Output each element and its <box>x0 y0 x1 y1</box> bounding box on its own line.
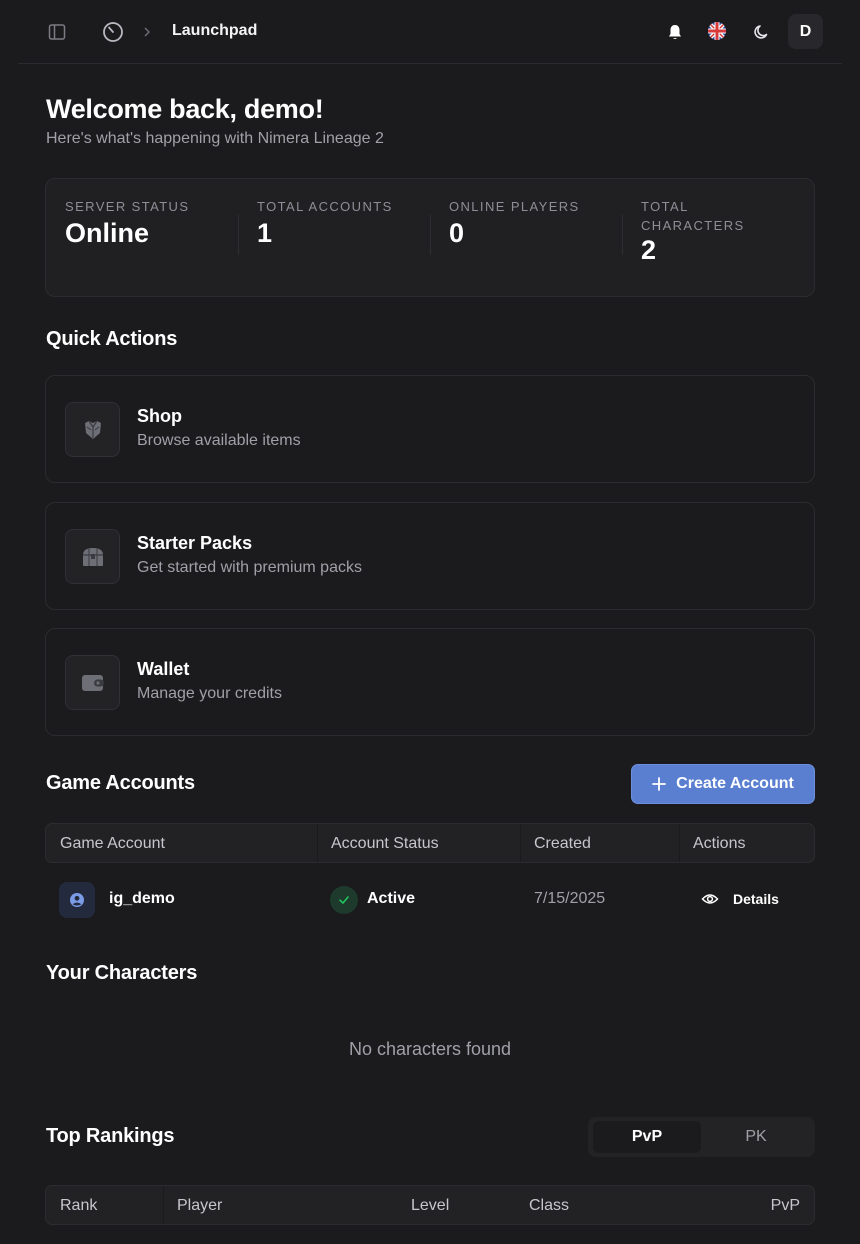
quick-action-shop[interactable]: Shop Browse available items <box>45 375 815 483</box>
user-avatar-button[interactable]: D <box>788 14 823 49</box>
stat-value: 2 <box>641 235 657 265</box>
rankings-tab-toggle: PvP PK <box>588 1117 815 1157</box>
column-header: Class <box>529 1197 570 1214</box>
stat-total-characters: TOTAL CHARACTERS 2 <box>641 197 771 266</box>
sidebar-toggle-icon[interactable] <box>46 21 68 43</box>
column-header: PvP <box>770 1197 800 1214</box>
stat-value: 0 <box>449 218 465 248</box>
chest-icon <box>65 529 120 584</box>
stat-label: TOTAL CHARACTERS <box>641 199 745 233</box>
wallet-icon <box>65 655 120 710</box>
top-rankings-title: Top Rankings <box>46 1125 175 1147</box>
account-name: ig_demo <box>109 890 175 907</box>
quick-action-description: Manage your credits <box>137 685 282 702</box>
tab-pk[interactable]: PK <box>702 1121 810 1153</box>
stat-divider <box>430 215 431 255</box>
column-header: Rank <box>60 1197 98 1214</box>
game-accounts-table-header: Game Account Account Status Created Acti… <box>45 823 815 863</box>
column-header: Actions <box>693 835 746 852</box>
stat-total-accounts: TOTAL ACCOUNTS 1 <box>257 197 427 249</box>
bell-icon[interactable] <box>664 21 686 43</box>
dashboard-gauge-icon[interactable] <box>101 20 125 44</box>
plus-icon <box>652 777 667 791</box>
quick-action-description: Get started with premium packs <box>137 559 362 576</box>
user-icon <box>59 882 95 918</box>
column-separator <box>520 824 521 862</box>
quick-action-title: Shop <box>137 406 182 426</box>
column-separator <box>317 824 318 862</box>
page-subtitle: Here's what's happening with Nimera Line… <box>46 130 384 147</box>
check-icon <box>330 886 358 914</box>
quick-action-starter-packs[interactable]: Starter Packs Get started with premium p… <box>45 502 815 610</box>
create-account-label: Create Account <box>676 775 794 792</box>
quick-actions-title: Quick Actions <box>46 328 178 350</box>
stat-divider <box>238 215 239 255</box>
create-account-button[interactable]: Create Account <box>631 764 815 804</box>
rankings-table-header: Rank Player Level Class PvP <box>45 1185 815 1225</box>
stat-label: SERVER STATUS <box>65 199 190 214</box>
stats-panel: SERVER STATUS Online TOTAL ACCOUNTS 1 ON… <box>45 178 815 297</box>
chevron-right-icon <box>140 24 154 40</box>
column-header: Created <box>534 835 591 852</box>
breadcrumb-title: Launchpad <box>172 22 258 39</box>
armor-icon <box>65 402 120 457</box>
column-header: Account Status <box>331 835 439 852</box>
empty-characters-message: No characters found <box>348 1039 512 1059</box>
details-button[interactable]: Details <box>693 884 793 914</box>
quick-action-title: Wallet <box>137 659 190 679</box>
your-characters-title: Your Characters <box>46 962 198 984</box>
column-header: Level <box>411 1197 450 1214</box>
stat-server-status: SERVER STATUS Online <box>65 197 235 249</box>
eye-icon <box>701 892 719 906</box>
details-label: Details <box>733 891 779 907</box>
stat-value: 1 <box>257 218 273 248</box>
quick-action-wallet[interactable]: Wallet Manage your credits <box>45 628 815 736</box>
quick-action-description: Browse available items <box>137 432 301 449</box>
stat-label: TOTAL ACCOUNTS <box>257 199 393 214</box>
moon-icon[interactable] <box>751 21 773 43</box>
account-created: 7/15/2025 <box>534 890 606 907</box>
column-separator <box>163 1186 164 1224</box>
header-divider <box>18 63 842 64</box>
stat-divider <box>622 215 623 255</box>
account-status: Active <box>367 890 416 907</box>
stat-value: Online <box>65 218 150 248</box>
top-bar: Launchpad D <box>0 0 860 64</box>
quick-action-title: Starter Packs <box>137 533 253 553</box>
uk-flag-icon[interactable] <box>706 20 728 42</box>
column-separator <box>679 824 680 862</box>
page-title: Welcome back, demo! <box>46 94 324 124</box>
stat-online-players: ONLINE PLAYERS 0 <box>449 197 619 249</box>
column-header: Game Account <box>60 835 165 852</box>
stat-label: ONLINE PLAYERS <box>449 199 580 214</box>
tab-pvp[interactable]: PvP <box>593 1121 701 1153</box>
game-accounts-title: Game Accounts <box>46 772 195 794</box>
column-header: Player <box>177 1197 223 1214</box>
